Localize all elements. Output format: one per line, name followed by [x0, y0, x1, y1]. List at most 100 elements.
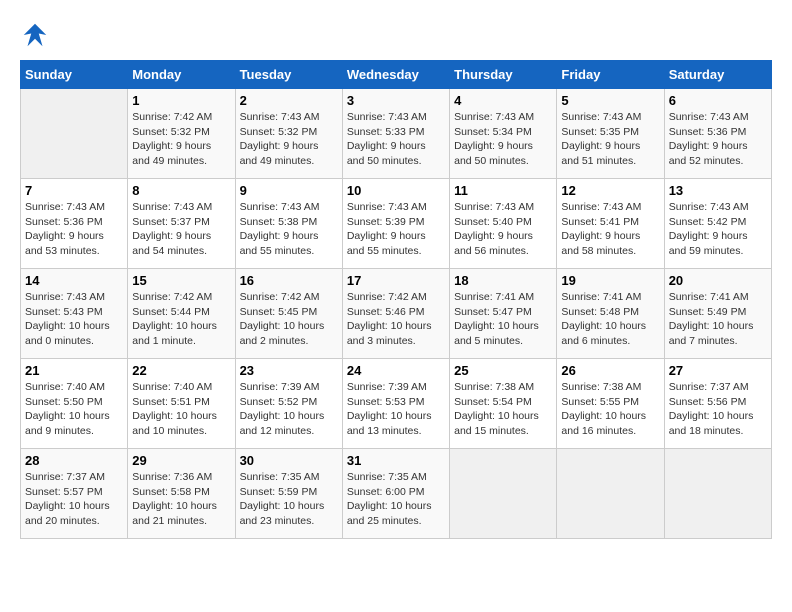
day-header-thursday: Thursday — [450, 61, 557, 89]
day-number: 11 — [454, 183, 552, 198]
calendar-cell: 23 Sunrise: 7:39 AMSunset: 5:52 PMDayligh… — [235, 359, 342, 449]
day-number: 19 — [561, 273, 659, 288]
day-info: Sunrise: 7:43 AMSunset: 5:41 PMDaylight:… — [561, 200, 659, 259]
day-info: Sunrise: 7:42 AMSunset: 5:46 PMDaylight:… — [347, 290, 445, 349]
calendar-cell: 16 Sunrise: 7:42 AMSunset: 5:45 PMDayligh… — [235, 269, 342, 359]
day-header-monday: Monday — [128, 61, 235, 89]
calendar-cell: 29 Sunrise: 7:36 AMSunset: 5:58 PMDayligh… — [128, 449, 235, 539]
calendar-cell: 21Sunrise: 7:40 AMSunset: 5:50 PMDayligh… — [21, 359, 128, 449]
calendar-cell: 17 Sunrise: 7:42 AMSunset: 5:46 PMDayligh… — [342, 269, 449, 359]
calendar-cell: 2 Sunrise: 7:43 AMSunset: 5:32 PMDaylight… — [235, 89, 342, 179]
day-info: Sunrise: 7:42 AMSunset: 5:45 PMDaylight:… — [240, 290, 338, 349]
calendar-cell — [664, 449, 771, 539]
day-info: Sunrise: 7:43 AMSunset: 5:32 PMDaylight:… — [240, 110, 338, 169]
day-info: Sunrise: 7:43 AMSunset: 5:43 PMDaylight:… — [25, 290, 123, 349]
day-info: Sunrise: 7:43 AMSunset: 5:37 PMDaylight:… — [132, 200, 230, 259]
calendar-cell: 13 Sunrise: 7:43 AMSunset: 5:42 PMDayligh… — [664, 179, 771, 269]
day-number: 12 — [561, 183, 659, 198]
day-info: Sunrise: 7:43 AMSunset: 5:36 PMDaylight:… — [25, 200, 123, 259]
calendar-cell: 15 Sunrise: 7:42 AMSunset: 5:44 PMDayligh… — [128, 269, 235, 359]
day-header-friday: Friday — [557, 61, 664, 89]
day-number: 24 — [347, 363, 445, 378]
calendar-cell: 7 Sunrise: 7:43 AMSunset: 5:36 PMDaylight… — [21, 179, 128, 269]
calendar-cell — [21, 89, 128, 179]
day-info: Sunrise: 7:42 AMSunset: 5:32 PMDaylight:… — [132, 110, 230, 169]
calendar-cell: 30 Sunrise: 7:35 AMSunset: 5:59 PMDayligh… — [235, 449, 342, 539]
day-number: 28 — [25, 453, 123, 468]
day-info: Sunrise: 7:43 AMSunset: 5:39 PMDaylight:… — [347, 200, 445, 259]
day-info: Sunrise: 7:38 AMSunset: 5:55 PMDaylight:… — [561, 380, 659, 439]
day-number: 2 — [240, 93, 338, 108]
day-number: 7 — [25, 183, 123, 198]
day-number: 27 — [669, 363, 767, 378]
day-number: 15 — [132, 273, 230, 288]
page-header — [20, 20, 772, 50]
calendar-cell: 27 Sunrise: 7:37 AMSunset: 5:56 PMDayligh… — [664, 359, 771, 449]
day-info: Sunrise: 7:43 AMSunset: 5:33 PMDaylight:… — [347, 110, 445, 169]
calendar-cell: 24Sunrise: 7:39 AMSunset: 5:53 PMDayligh… — [342, 359, 449, 449]
day-number: 29 — [132, 453, 230, 468]
calendar-cell: 4 Sunrise: 7:43 AMSunset: 5:34 PMDaylight… — [450, 89, 557, 179]
calendar-cell: 10 Sunrise: 7:43 AMSunset: 5:39 PMDayligh… — [342, 179, 449, 269]
day-number: 4 — [454, 93, 552, 108]
day-info: Sunrise: 7:36 AMSunset: 5:58 PMDaylight:… — [132, 470, 230, 529]
day-info: Sunrise: 7:39 AMSunset: 5:52 PMDaylight:… — [240, 380, 338, 439]
day-number: 13 — [669, 183, 767, 198]
calendar-cell — [450, 449, 557, 539]
calendar-cell: 1 Sunrise: 7:42 AMSunset: 5:32 PMDaylight… — [128, 89, 235, 179]
day-number: 5 — [561, 93, 659, 108]
week-row-4: 21Sunrise: 7:40 AMSunset: 5:50 PMDayligh… — [21, 359, 772, 449]
day-number: 6 — [669, 93, 767, 108]
day-number: 3 — [347, 93, 445, 108]
day-number: 14 — [25, 273, 123, 288]
day-number: 18 — [454, 273, 552, 288]
week-row-2: 7 Sunrise: 7:43 AMSunset: 5:36 PMDaylight… — [21, 179, 772, 269]
day-number: 22 — [132, 363, 230, 378]
day-header-sunday: Sunday — [21, 61, 128, 89]
calendar-table: SundayMondayTuesdayWednesdayThursdayFrid… — [20, 60, 772, 539]
calendar-cell: 18 Sunrise: 7:41 AMSunset: 5:47 PMDayligh… — [450, 269, 557, 359]
day-info: Sunrise: 7:41 AMSunset: 5:47 PMDaylight:… — [454, 290, 552, 349]
day-info: Sunrise: 7:43 AMSunset: 5:40 PMDaylight:… — [454, 200, 552, 259]
day-number: 23 — [240, 363, 338, 378]
day-info: Sunrise: 7:37 AMSunset: 5:56 PMDaylight:… — [669, 380, 767, 439]
day-info: Sunrise: 7:35 AMSunset: 5:59 PMDaylight:… — [240, 470, 338, 529]
day-number: 21 — [25, 363, 123, 378]
day-number: 1 — [132, 93, 230, 108]
calendar-cell: 12 Sunrise: 7:43 AMSunset: 5:41 PMDayligh… — [557, 179, 664, 269]
header-row: SundayMondayTuesdayWednesdayThursdayFrid… — [21, 61, 772, 89]
day-number: 16 — [240, 273, 338, 288]
day-number: 31 — [347, 453, 445, 468]
calendar-cell: 6 Sunrise: 7:43 AMSunset: 5:36 PMDaylight… — [664, 89, 771, 179]
day-info: Sunrise: 7:43 AMSunset: 5:34 PMDaylight:… — [454, 110, 552, 169]
day-info: Sunrise: 7:35 AMSunset: 6:00 PMDaylight:… — [347, 470, 445, 529]
calendar-cell — [557, 449, 664, 539]
day-header-wednesday: Wednesday — [342, 61, 449, 89]
day-number: 17 — [347, 273, 445, 288]
day-header-saturday: Saturday — [664, 61, 771, 89]
day-number: 8 — [132, 183, 230, 198]
day-info: Sunrise: 7:43 AMSunset: 5:42 PMDaylight:… — [669, 200, 767, 259]
day-info: Sunrise: 7:43 AMSunset: 5:38 PMDaylight:… — [240, 200, 338, 259]
day-number: 20 — [669, 273, 767, 288]
calendar-cell: 5Sunrise: 7:43 AMSunset: 5:35 PMDaylight… — [557, 89, 664, 179]
day-number: 9 — [240, 183, 338, 198]
calendar-cell: 22Sunrise: 7:40 AMSunset: 5:51 PMDayligh… — [128, 359, 235, 449]
day-info: Sunrise: 7:43 AMSunset: 5:36 PMDaylight:… — [669, 110, 767, 169]
calendar-cell: 3 Sunrise: 7:43 AMSunset: 5:33 PMDaylight… — [342, 89, 449, 179]
logo-bird-icon — [20, 20, 50, 50]
logo — [20, 20, 54, 50]
day-number: 30 — [240, 453, 338, 468]
day-number: 25 — [454, 363, 552, 378]
day-info: Sunrise: 7:42 AMSunset: 5:44 PMDaylight:… — [132, 290, 230, 349]
calendar-cell: 26Sunrise: 7:38 AMSunset: 5:55 PMDayligh… — [557, 359, 664, 449]
calendar-cell: 20Sunrise: 7:41 AMSunset: 5:49 PMDayligh… — [664, 269, 771, 359]
calendar-cell: 31 Sunrise: 7:35 AMSunset: 6:00 PMDayligh… — [342, 449, 449, 539]
week-row-1: 1 Sunrise: 7:42 AMSunset: 5:32 PMDaylight… — [21, 89, 772, 179]
day-number: 10 — [347, 183, 445, 198]
calendar-cell: 8 Sunrise: 7:43 AMSunset: 5:37 PMDaylight… — [128, 179, 235, 269]
calendar-cell: 14 Sunrise: 7:43 AMSunset: 5:43 PMDayligh… — [21, 269, 128, 359]
day-info: Sunrise: 7:38 AMSunset: 5:54 PMDaylight:… — [454, 380, 552, 439]
calendar-cell: 28Sunrise: 7:37 AMSunset: 5:57 PMDayligh… — [21, 449, 128, 539]
week-row-3: 14 Sunrise: 7:43 AMSunset: 5:43 PMDayligh… — [21, 269, 772, 359]
